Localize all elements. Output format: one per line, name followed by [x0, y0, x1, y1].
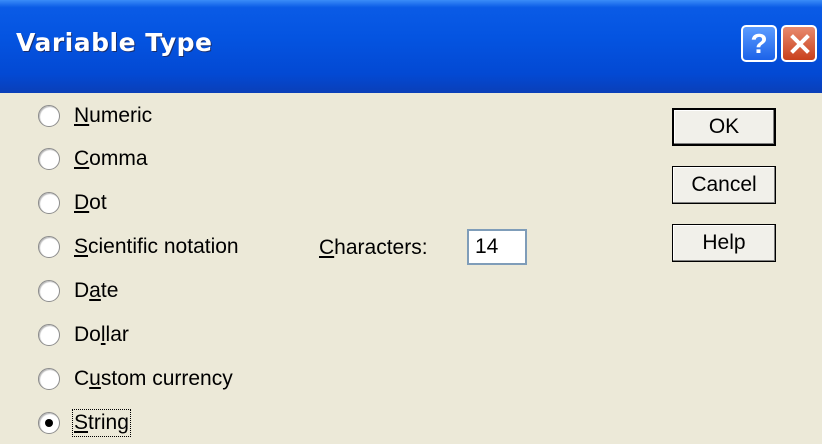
title-bar[interactable]: Variable Type ?: [0, 0, 822, 93]
question-icon: ?: [750, 28, 768, 59]
radio-label: Dollar: [74, 323, 129, 346]
dialog-body: Numeric Comma Dot Scientific notation Da…: [0, 93, 822, 444]
ok-button[interactable]: OK: [672, 108, 776, 146]
radio-dollar[interactable]: Dollar: [38, 320, 129, 350]
radio-numeric[interactable]: Numeric: [38, 101, 152, 131]
radio-circle[interactable]: [38, 192, 60, 214]
close-button[interactable]: [781, 25, 817, 62]
radio-circle[interactable]: [38, 236, 60, 258]
radio-label: Date: [74, 279, 119, 302]
radio-label: Numeric: [74, 104, 153, 127]
radio-comma[interactable]: Comma: [38, 144, 148, 174]
radio-label: Scientific notation: [74, 235, 239, 258]
radio-dot[interactable]: Dot: [38, 188, 107, 218]
help-button[interactable]: ?: [741, 25, 777, 62]
help-dialog-button[interactable]: Help: [672, 224, 776, 262]
radio-string[interactable]: String: [38, 408, 131, 438]
characters-input[interactable]: [467, 229, 527, 265]
radio-label: String: [72, 409, 131, 437]
close-x-icon: [790, 34, 810, 54]
radio-label: Comma: [74, 147, 148, 170]
radio-label: Custom currency: [74, 367, 233, 390]
dialog-title: Variable Type: [16, 28, 213, 57]
cancel-button[interactable]: Cancel: [672, 166, 776, 204]
radio-circle[interactable]: [38, 105, 60, 127]
radio-circle[interactable]: [38, 324, 60, 346]
radio-custom-currency[interactable]: Custom currency: [38, 364, 233, 394]
radio-circle[interactable]: [38, 148, 60, 170]
radio-date[interactable]: Date: [38, 276, 118, 306]
radio-circle[interactable]: [38, 280, 60, 302]
radio-label: Dot: [74, 191, 107, 214]
radio-circle[interactable]: [38, 368, 60, 390]
radio-circle-selected[interactable]: [38, 412, 60, 434]
characters-label: Characters:: [319, 236, 428, 259]
radio-scientific-notation[interactable]: Scientific notation: [38, 232, 239, 262]
